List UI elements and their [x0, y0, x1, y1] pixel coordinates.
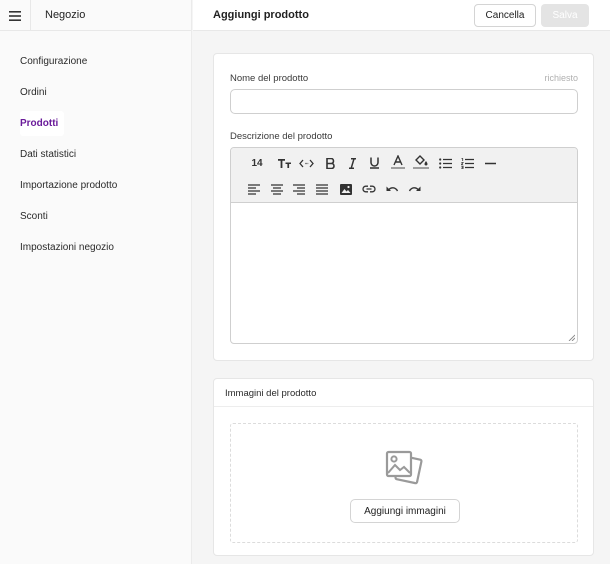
- product-images-header: Immagini del prodotto: [214, 379, 593, 407]
- add-images-button[interactable]: Aggiungi immagini: [350, 499, 460, 523]
- numbered-list-button[interactable]: [458, 154, 476, 172]
- shop-title: Negozio: [45, 9, 86, 21]
- align-justify-icon: [316, 183, 328, 195]
- page-title: Aggiungi prodotto: [213, 9, 309, 21]
- sidebar: Negozio Configurazione Ordini Prodotti D…: [0, 0, 192, 564]
- align-center-icon: [271, 183, 283, 195]
- italic-button[interactable]: [343, 154, 361, 172]
- product-images-title: Immagini del prodotto: [225, 388, 317, 399]
- sidebar-item-label: Prodotti: [20, 111, 65, 136]
- font-size-value: 14: [251, 157, 263, 169]
- horizontal-rule-icon: [484, 162, 496, 164]
- code-icon: [298, 159, 314, 167]
- sidebar-item-sconti[interactable]: Sconti: [0, 201, 191, 232]
- sidebar-item-configurazione[interactable]: Configurazione: [0, 46, 191, 77]
- align-left-icon: [248, 183, 260, 195]
- align-right-button[interactable]: [290, 180, 308, 198]
- menu-button[interactable]: [0, 0, 31, 31]
- undo-icon: [386, 186, 398, 191]
- hamburger-menu-icon: [9, 10, 21, 21]
- image-placeholder-icon: [385, 450, 423, 485]
- numbered-list-icon: [460, 157, 474, 169]
- rich-text-editor: 14: [230, 147, 578, 344]
- sidebar-item-label: Sconti: [20, 211, 48, 222]
- resize-grip-icon[interactable]: [568, 334, 575, 341]
- underline-icon: [369, 157, 379, 169]
- save-button[interactable]: Salva: [541, 4, 589, 27]
- italic-icon: [348, 157, 356, 169]
- cancel-button[interactable]: Cancella: [474, 4, 536, 27]
- sidebar-item-importazione-prodotto[interactable]: Importazione prodotto: [0, 170, 191, 201]
- undo-button[interactable]: [383, 180, 401, 198]
- bullet-list-button[interactable]: [436, 154, 454, 172]
- sidebar-item-label: Dati statistici: [20, 149, 77, 160]
- bold-button[interactable]: [321, 154, 339, 172]
- sidebar-item-label: Configurazione: [20, 56, 88, 67]
- sidebar-item-dati-statistici[interactable]: Dati statistici: [0, 139, 191, 170]
- description-editor-area[interactable]: [231, 203, 577, 343]
- editor-toolbar: 14: [231, 148, 577, 203]
- redo-icon: [408, 186, 420, 191]
- bold-icon: [325, 157, 335, 169]
- sidebar-item-impostazioni-negozio[interactable]: Impostazioni negozio: [0, 232, 191, 263]
- align-left-button[interactable]: [245, 180, 263, 198]
- product-details-card: Nome del prodotto richiesto Descrizione …: [213, 53, 594, 361]
- product-description-label: Descrizione del prodotto: [230, 131, 333, 142]
- bullet-list-icon: [438, 157, 452, 169]
- insert-link-icon: [362, 185, 376, 193]
- code-button[interactable]: [297, 154, 315, 172]
- align-center-button[interactable]: [268, 180, 286, 198]
- product-name-label: Nome del prodotto: [230, 73, 309, 84]
- product-name-input[interactable]: [230, 89, 578, 114]
- sidebar-item-label: Importazione prodotto: [20, 180, 118, 191]
- insert-image-icon: [340, 183, 352, 195]
- image-dropzone[interactable]: Aggiungi immagini: [230, 423, 578, 543]
- sidebar-item-ordini[interactable]: Ordini: [0, 77, 191, 108]
- horizontal-rule-button[interactable]: [481, 154, 499, 172]
- product-images-card: Immagini del prodotto Aggiungi immagini: [213, 378, 594, 556]
- align-right-icon: [293, 183, 305, 195]
- sidebar-item-label: Impostazioni negozio: [20, 242, 114, 253]
- page-header: Aggiungi prodotto Cancella Salva: [193, 0, 610, 31]
- insert-image-button[interactable]: [337, 180, 355, 198]
- redo-button[interactable]: [405, 180, 423, 198]
- sidebar-header: Negozio: [0, 0, 191, 31]
- text-color-button[interactable]: [389, 153, 407, 171]
- sidebar-nav: Configurazione Ordini Prodotti Dati stat…: [0, 46, 191, 263]
- highlight-color-button[interactable]: [412, 153, 430, 171]
- font-size-button[interactable]: 14: [248, 154, 266, 172]
- sidebar-item-prodotti[interactable]: Prodotti: [0, 108, 191, 139]
- text-size-button[interactable]: [275, 154, 293, 172]
- text-color-icon: [391, 155, 405, 169]
- align-justify-button[interactable]: [313, 180, 331, 198]
- required-hint: richiesto: [544, 73, 578, 83]
- sidebar-item-label: Ordini: [20, 87, 47, 98]
- highlight-color-icon: [413, 155, 429, 169]
- insert-link-button[interactable]: [360, 180, 378, 198]
- underline-button[interactable]: [365, 154, 383, 172]
- text-size-icon: [277, 158, 291, 168]
